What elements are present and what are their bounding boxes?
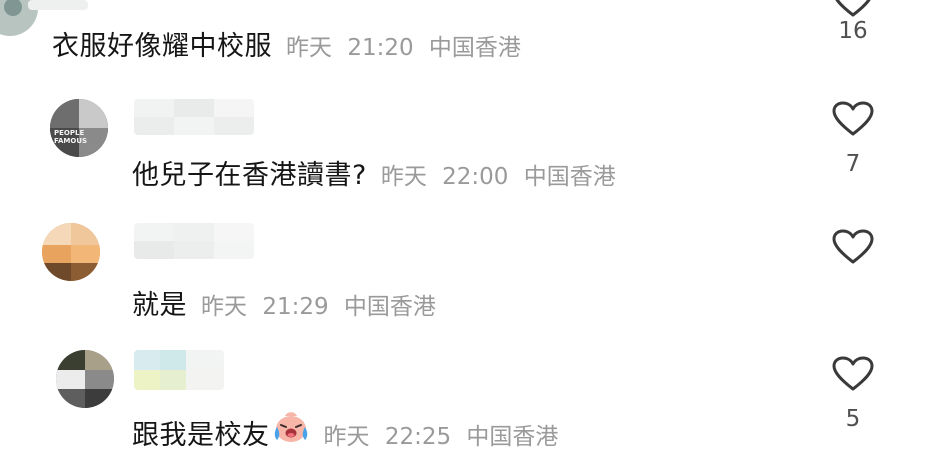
avatar-text: PEOPLE FAMOUS <box>54 129 88 145</box>
comment-item: PEOPLE FAMOUS 他兒子在香港讀書? 昨天 22:00 中国香港 7 <box>0 95 928 205</box>
comment-date: 昨天 <box>286 35 332 61</box>
comment-item: 就是 昨天 21:29 中国香港 <box>0 215 928 325</box>
username-blurred[interactable] <box>134 223 254 259</box>
comment-meta: 昨天 22:00 中国香港 <box>381 157 616 191</box>
username-blurred[interactable] <box>134 99 254 135</box>
crying-laughing-emoji-icon <box>274 412 307 442</box>
like-count: 5 <box>845 406 861 432</box>
comment-meta: 昨天 22:25 中国香港 <box>324 417 559 451</box>
comment-text-line: 衣服好像耀中校服 昨天 21:20 中国香港 <box>52 24 521 63</box>
avatar[interactable] <box>42 223 100 281</box>
comment-time: 21:20 <box>347 35 414 61</box>
comment-location: 中国香港 <box>466 424 559 450</box>
comment-date: 昨天 <box>380 164 427 190</box>
comment-time: 22:00 <box>442 164 509 190</box>
comment-time: 21:29 <box>262 294 329 320</box>
heart-outline-icon <box>835 0 871 17</box>
comment-time: 22:25 <box>384 424 452 450</box>
like-count: 16 <box>838 18 868 44</box>
username-blurred[interactable] <box>134 350 224 390</box>
comment-meta: 昨天 21:29 中国香港 <box>201 287 436 321</box>
like-count: 7 <box>845 151 861 177</box>
comment-date: 昨天 <box>323 424 370 450</box>
comment-item: 跟我是校友 昨天 22:25 中国香港 5 <box>0 340 928 458</box>
heart-outline-icon <box>832 101 874 136</box>
heart-outline-icon <box>832 356 874 391</box>
like-button[interactable]: 5 <box>828 356 878 432</box>
comment-text-line: 他兒子在香港讀書? 昨天 22:00 中国香港 <box>132 153 616 192</box>
like-button[interactable]: 16 <box>828 0 878 44</box>
avatar[interactable]: PEOPLE FAMOUS <box>50 99 108 157</box>
comment-text-line: 跟我是校友 昨天 22:25 中国香港 <box>132 410 558 452</box>
comment-text: 衣服好像耀中校服 <box>52 31 272 62</box>
comment-location: 中国香港 <box>523 164 616 190</box>
comment-date: 昨天 <box>201 294 247 320</box>
comment-text-line: 就是 昨天 21:29 中国香港 <box>132 283 436 322</box>
username-blurred[interactable] <box>28 0 88 10</box>
avatar[interactable] <box>56 350 114 408</box>
heart-outline-icon <box>832 229 874 264</box>
comment-text: 他兒子在香港讀書? <box>132 160 367 191</box>
comment-location: 中国香港 <box>428 35 521 61</box>
comment-location: 中国香港 <box>343 294 436 320</box>
like-button[interactable] <box>828 229 878 279</box>
comment-text: 就是 <box>132 290 187 321</box>
comment-meta: 昨天 21:20 中国香港 <box>286 28 521 62</box>
comment-text: 跟我是校友 <box>132 420 270 451</box>
like-button[interactable]: 7 <box>828 101 878 177</box>
comment-item: 衣服好像耀中校服 昨天 21:20 中国香港 16 <box>0 0 928 80</box>
